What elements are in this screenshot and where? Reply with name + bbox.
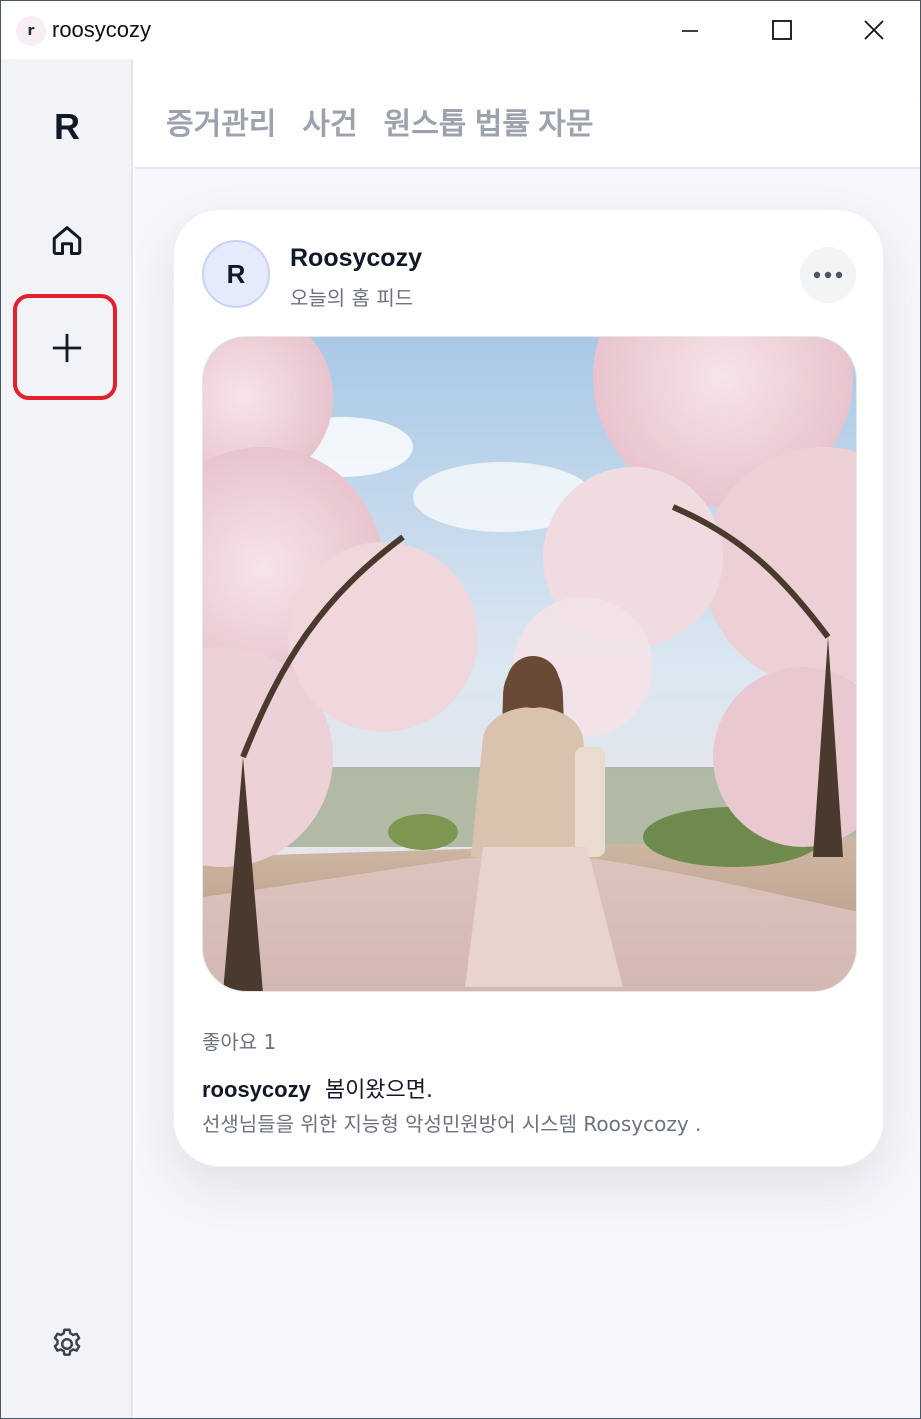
home-icon	[52, 226, 82, 255]
minimize-button[interactable]	[644, 1, 736, 59]
sidebar-item-home[interactable]	[37, 210, 97, 270]
maximize-icon	[772, 20, 792, 40]
sidebar: R	[1, 59, 133, 1418]
minimize-icon	[682, 30, 698, 32]
app-icon-letter: r	[27, 23, 35, 39]
plus-icon	[52, 333, 82, 363]
brand-logo: R	[54, 106, 80, 147]
sidebar-item-add[interactable]	[37, 318, 97, 378]
post-image	[202, 336, 857, 992]
avatar[interactable]: R	[202, 240, 270, 308]
tab-legal-advice[interactable]: 원스톱 법률 자문	[384, 99, 594, 143]
gear-icon	[53, 1328, 81, 1356]
more-options-button[interactable]	[800, 247, 856, 303]
tab-cases[interactable]: 사건	[302, 99, 357, 143]
tab-evidence[interactable]: 증거관리	[166, 99, 276, 143]
more-horizontal-icon	[813, 271, 843, 279]
likes-count: 좋아요 1	[202, 1030, 277, 1054]
caption-text: 봄이왔으면.	[324, 1078, 434, 1103]
settings-button[interactable]	[37, 1314, 97, 1374]
close-icon	[864, 20, 884, 40]
post-description: 선생님들을 위한 지능형 악성민원방어 시스템 Roosycozy .	[202, 1112, 702, 1136]
main-panel: 증거관리 사건 원스톱 법률 자문 R Roosycozy 오늘의 홈 피드 좋…	[135, 59, 920, 1418]
close-button[interactable]	[828, 1, 920, 59]
post-author[interactable]: Roosycozy	[290, 244, 422, 273]
title-bar: r roosycozy	[1, 1, 920, 59]
top-nav: 증거관리 사건 원스톱 법률 자문	[135, 59, 920, 169]
app-icon: r	[16, 16, 46, 46]
maximize-button[interactable]	[736, 1, 828, 59]
app-window: r roosycozy R 증거관리 사건 원스톱 법률 자문 R Roosyc…	[0, 0, 921, 1419]
avatar-letter: R	[226, 258, 246, 289]
feed-post-card: R Roosycozy 오늘의 홈 피드 좋아요 1 roosycozy 봄이왔…	[173, 209, 884, 1167]
post-subtitle: 오늘의 홈 피드	[290, 286, 414, 310]
caption-username[interactable]: roosycozy	[202, 1077, 311, 1102]
cherry-blossom-photo	[203, 337, 856, 991]
window-title: roosycozy	[52, 17, 152, 42]
post-caption: roosycozy 봄이왔으면.	[202, 1072, 433, 1104]
nav-tabs: 증거관리 사건 원스톱 법률 자문	[166, 99, 593, 143]
